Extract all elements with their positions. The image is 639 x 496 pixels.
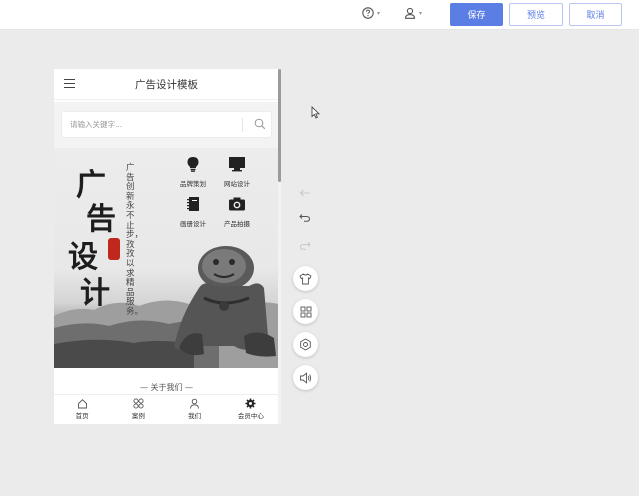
about-us-heading: — 关于我们 — <box>54 368 279 393</box>
person-icon <box>190 398 200 409</box>
gear-icon <box>245 398 256 409</box>
camera-icon <box>229 197 245 211</box>
mouse-cursor-icon <box>311 106 320 119</box>
search-icon[interactable] <box>254 118 266 130</box>
phone-preview: 广告设计模板 请输入关键字... 广 告 设 计 广告创新永不止步，孜孜以求精品… <box>54 69 279 424</box>
feature-label: 产品拍摄 <box>224 220 250 228</box>
preview-button[interactable]: 预览 <box>509 3 563 26</box>
undo-icon[interactable] <box>299 212 311 222</box>
hero-banner[interactable]: 广 告 设 计 广告创新永不止步，孜孜以求精品服务。 品牌策划 网站设计 画册设… <box>54 148 279 368</box>
slogan-text: 广告创新永不止步，孜孜以求精品服务。 <box>126 163 144 317</box>
lion-statue-image <box>174 246 276 357</box>
feature-label: 品牌策划 <box>180 180 206 188</box>
home-icon <box>77 399 87 409</box>
user-icon <box>404 7 416 19</box>
search-box <box>61 111 272 138</box>
user-menu[interactable]: ▾ <box>404 7 422 19</box>
feature-brand-planning[interactable]: 品牌策划 <box>173 156 213 188</box>
nav-item-us[interactable]: 我们 <box>167 395 223 424</box>
bottom-nav: 首页 案例 我们 会员中心 <box>54 394 279 424</box>
save-button[interactable]: 保存 <box>450 3 503 26</box>
preview-scrollbar[interactable] <box>278 69 281 424</box>
feature-product-photo[interactable]: 产品拍摄 <box>217 196 257 228</box>
search-divider <box>242 118 243 132</box>
nav-label: 首页 <box>75 412 89 420</box>
scrollbar-thumb[interactable] <box>278 69 281 182</box>
feature-label: 画册设计 <box>180 220 206 228</box>
page-title: 广告设计模板 <box>135 79 198 91</box>
nav-label: 案例 <box>131 412 145 420</box>
nav-item-cases[interactable]: 案例 <box>110 395 166 424</box>
top-toolbar: ▾ ▾ 保存 预览 取消 <box>0 0 639 30</box>
feature-brochure-design[interactable]: 画册设计 <box>173 196 213 228</box>
search-input[interactable] <box>70 120 235 129</box>
music-button[interactable] <box>293 365 318 390</box>
nav-label: 会员中心 <box>237 412 264 420</box>
feature-label: 网站设计 <box>224 180 250 188</box>
question-circle-icon <box>362 7 374 19</box>
nav-item-member-center[interactable]: 会员中心 <box>223 395 279 424</box>
notebook-icon <box>187 197 199 211</box>
grid-icon <box>133 398 144 409</box>
lightbulb-icon <box>187 157 199 172</box>
speaker-icon <box>300 371 312 384</box>
nav-label: 我们 <box>188 412 202 420</box>
red-seal-stamp <box>108 238 120 260</box>
settings-icon <box>300 338 311 351</box>
shirt-icon <box>299 272 312 284</box>
mobile-header: 广告设计模板 <box>54 69 279 100</box>
search-section <box>54 102 279 148</box>
grid-icon <box>300 306 311 317</box>
back-arrow-icon[interactable] <box>299 188 311 198</box>
theme-button[interactable] <box>293 266 318 291</box>
components-button[interactable] <box>293 299 318 324</box>
nav-item-home[interactable]: 首页 <box>54 395 110 424</box>
help-menu[interactable]: ▾ <box>362 7 380 19</box>
chevron-down-icon: ▾ <box>377 9 381 17</box>
redo-icon[interactable] <box>299 240 311 250</box>
monitor-icon <box>229 157 245 172</box>
chevron-down-icon: ▾ <box>419 9 423 17</box>
settings-button[interactable] <box>293 332 318 357</box>
cancel-button[interactable]: 取消 <box>569 3 622 26</box>
calligraphy-char: 计 <box>80 276 110 311</box>
feature-web-design[interactable]: 网站设计 <box>217 156 257 188</box>
